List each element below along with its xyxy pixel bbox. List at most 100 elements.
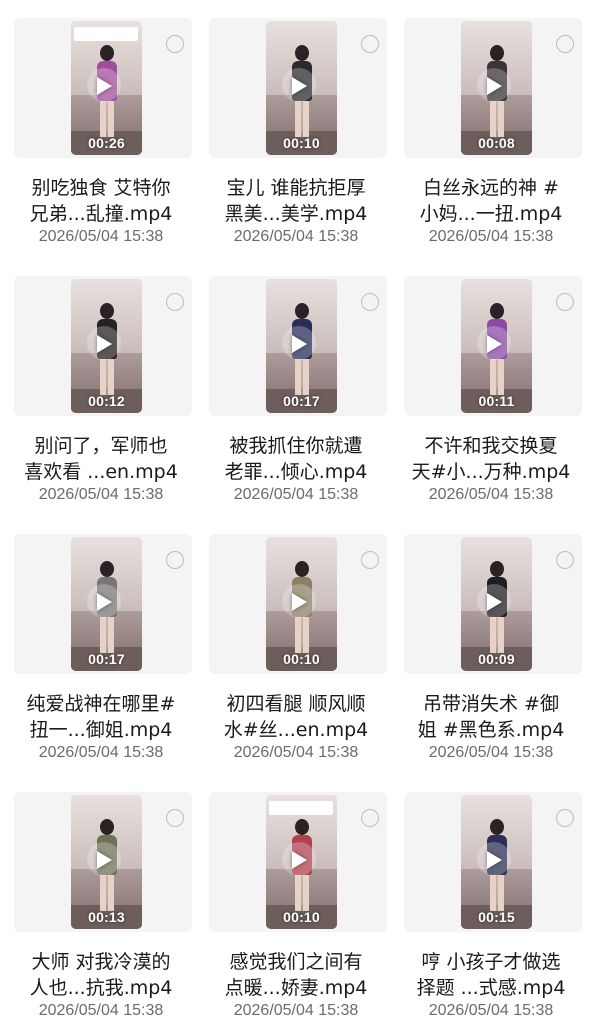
select-circle-icon[interactable] [166, 809, 184, 827]
video-title[interactable]: 大师 对我冷漠的 人也...抗我.mp4 [6, 949, 196, 1001]
video-duration: 00:15 [478, 909, 515, 925]
thumbnail-card[interactable]: 00:11 [404, 276, 582, 416]
video-date: 2026/05/04 15:38 [428, 486, 554, 503]
video-duration: 00:10 [283, 135, 320, 151]
video-title[interactable]: 感觉我们之间有 点暖...娇妻.mp4 [201, 949, 391, 1001]
video-grid: 00:26 别吃独食 艾特你 兄弟...乱撞.mp4 2026/05/04 15… [0, 0, 604, 1024]
video-thumbnail[interactable]: 00:17 [71, 537, 142, 671]
video-thumbnail[interactable]: 00:10 [266, 21, 337, 155]
video-thumbnail[interactable]: 00:09 [461, 537, 532, 671]
select-circle-icon[interactable] [556, 551, 574, 569]
video-item[interactable]: 00:15 哼 小孩子才做选 择题 ...式感.mp4 2026/05/04 1… [390, 774, 591, 1032]
play-icon[interactable] [487, 851, 502, 869]
select-circle-icon[interactable] [361, 551, 379, 569]
video-title[interactable]: 被我抓住你就遭 老罪...倾心.mp4 [201, 433, 391, 485]
video-thumbnail[interactable]: 00:08 [461, 21, 532, 155]
select-circle-icon[interactable] [361, 293, 379, 311]
video-thumbnail[interactable]: 00:15 [461, 795, 532, 929]
video-item[interactable]: 00:10 初四看腿 顺风顺 水#丝...en.mp4 2026/05/04 1… [195, 516, 396, 774]
figure-head [100, 303, 114, 319]
video-title[interactable]: 别吃独食 艾特你 兄弟...乱撞.mp4 [6, 175, 196, 227]
thumbnail-card[interactable]: 00:26 [14, 18, 192, 158]
select-circle-icon[interactable] [361, 809, 379, 827]
video-title[interactable]: 吊带消失术 #御 姐 #黑色系.mp4 [396, 691, 586, 743]
video-item[interactable]: 00:08 白丝永远的神 # 小妈...一扭.mp4 2026/05/04 15… [390, 0, 591, 258]
video-item[interactable]: 00:17 纯爱战神在哪里# 扭一...御姐.mp4 2026/05/04 15… [0, 516, 201, 774]
video-date: 2026/05/04 15:38 [233, 228, 359, 245]
play-icon[interactable] [292, 593, 307, 611]
thumbnail-card[interactable]: 00:12 [14, 276, 192, 416]
play-icon[interactable] [487, 593, 502, 611]
select-circle-icon[interactable] [556, 293, 574, 311]
play-icon[interactable] [292, 77, 307, 95]
video-duration: 00:09 [478, 651, 515, 667]
video-title[interactable]: 哼 小孩子才做选 择题 ...式感.mp4 [396, 949, 586, 1001]
thumbnail-card[interactable]: 00:10 [209, 534, 387, 674]
figure-head [100, 45, 114, 61]
figure-legs [490, 875, 504, 911]
select-circle-icon[interactable] [361, 35, 379, 53]
thumbnail-card[interactable]: 00:10 [209, 18, 387, 158]
figure-legs [295, 875, 309, 911]
thumbnail-card[interactable]: 00:17 [209, 276, 387, 416]
figure-head [490, 45, 504, 61]
thumbnail-card[interactable]: 00:15 [404, 792, 582, 932]
video-date: 2026/05/04 15:38 [428, 744, 554, 761]
video-item[interactable]: 00:11 不许和我交换夏 天#小...万种.mp4 2026/05/04 15… [390, 258, 591, 516]
play-icon[interactable] [97, 593, 112, 611]
comment-sticker [74, 27, 138, 41]
thumbnail-card[interactable]: 00:09 [404, 534, 582, 674]
figure-legs [295, 617, 309, 653]
video-item[interactable]: 00:12 别问了，军师也 喜欢看 ...en.mp4 2026/05/04 1… [0, 258, 201, 516]
video-item[interactable]: 00:26 别吃独食 艾特你 兄弟...乱撞.mp4 2026/05/04 15… [0, 0, 201, 258]
video-item[interactable]: 00:09 吊带消失术 #御 姐 #黑色系.mp4 2026/05/04 15:… [390, 516, 591, 774]
video-item[interactable]: 00:13 大师 对我冷漠的 人也...抗我.mp4 2026/05/04 15… [0, 774, 201, 1032]
video-date: 2026/05/04 15:38 [233, 486, 359, 503]
figure-legs [100, 101, 114, 137]
play-icon[interactable] [97, 77, 112, 95]
video-item[interactable]: 00:17 被我抓住你就遭 老罪...倾心.mp4 2026/05/04 15:… [195, 258, 396, 516]
video-duration: 00:12 [88, 393, 125, 409]
play-icon[interactable] [292, 851, 307, 869]
video-date: 2026/05/04 15:38 [38, 744, 164, 761]
video-thumbnail[interactable]: 00:10 [266, 537, 337, 671]
video-title[interactable]: 不许和我交换夏 天#小...万种.mp4 [396, 433, 586, 485]
video-thumbnail[interactable]: 00:12 [71, 279, 142, 413]
video-title[interactable]: 白丝永远的神 # 小妈...一扭.mp4 [396, 175, 586, 227]
thumbnail-card[interactable]: 00:17 [14, 534, 192, 674]
play-icon[interactable] [292, 335, 307, 353]
play-icon[interactable] [97, 851, 112, 869]
play-icon[interactable] [97, 335, 112, 353]
figure-legs [295, 359, 309, 395]
video-thumbnail[interactable]: 00:26 [71, 21, 142, 155]
video-thumbnail[interactable]: 00:17 [266, 279, 337, 413]
video-duration: 00:26 [88, 135, 125, 151]
thumbnail-card[interactable]: 00:10 [209, 792, 387, 932]
figure-legs [490, 101, 504, 137]
video-title[interactable]: 宝儿 谁能抗拒厚 黑美...美学.mp4 [201, 175, 391, 227]
figure-legs [490, 359, 504, 395]
thumbnail-card[interactable]: 00:08 [404, 18, 582, 158]
video-date: 2026/05/04 15:38 [233, 744, 359, 761]
video-title[interactable]: 别问了，军师也 喜欢看 ...en.mp4 [6, 433, 196, 485]
video-thumbnail[interactable]: 00:13 [71, 795, 142, 929]
video-date: 2026/05/04 15:38 [233, 1002, 359, 1019]
video-item[interactable]: 00:10 宝儿 谁能抗拒厚 黑美...美学.mp4 2026/05/04 15… [195, 0, 396, 258]
video-item[interactable]: 00:10 感觉我们之间有 点暖...娇妻.mp4 2026/05/04 15:… [195, 774, 396, 1032]
video-date: 2026/05/04 15:38 [38, 1002, 164, 1019]
video-thumbnail[interactable]: 00:11 [461, 279, 532, 413]
video-date: 2026/05/04 15:38 [38, 486, 164, 503]
play-icon[interactable] [487, 335, 502, 353]
select-circle-icon[interactable] [166, 551, 184, 569]
select-circle-icon[interactable] [166, 293, 184, 311]
play-icon[interactable] [487, 77, 502, 95]
figure-head [490, 819, 504, 835]
figure-head [295, 303, 309, 319]
select-circle-icon[interactable] [556, 809, 574, 827]
thumbnail-card[interactable]: 00:13 [14, 792, 192, 932]
video-thumbnail[interactable]: 00:10 [266, 795, 337, 929]
select-circle-icon[interactable] [166, 35, 184, 53]
select-circle-icon[interactable] [556, 35, 574, 53]
video-title[interactable]: 初四看腿 顺风顺 水#丝...en.mp4 [201, 691, 391, 743]
video-title[interactable]: 纯爱战神在哪里# 扭一...御姐.mp4 [6, 691, 196, 743]
